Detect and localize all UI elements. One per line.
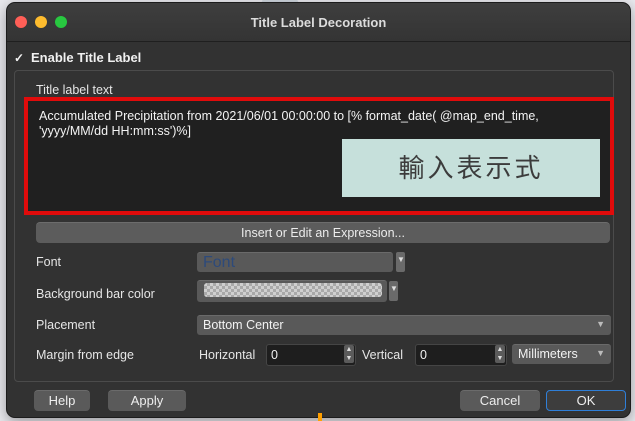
apply-button[interactable]: Apply — [108, 390, 186, 411]
margin-from-edge-label: Margin from edge — [36, 348, 134, 362]
vertical-label: Vertical — [362, 348, 403, 362]
placement-label: Placement — [36, 318, 96, 332]
chevron-down-icon: ▼ — [596, 319, 605, 329]
help-button[interactable]: Help — [34, 390, 90, 411]
placement-value: Bottom Center — [203, 318, 284, 332]
spin-stepper-icon[interactable]: ▲ ▼ — [495, 345, 505, 363]
window-title: Title Label Decoration — [250, 15, 387, 30]
transparent-color-swatch — [204, 283, 382, 297]
horizontal-margin-spinbox[interactable]: 0 ▲ ▼ — [266, 344, 356, 366]
title-text-input-highlight[interactable]: Accumulated Precipitation from 2021/06/0… — [24, 97, 614, 215]
font-button[interactable]: Font — [197, 252, 393, 272]
unit-select[interactable]: Millimeters ▼ — [512, 344, 611, 364]
title-bar: Title Label Decoration — [7, 3, 630, 42]
cancel-button[interactable]: Cancel — [460, 390, 540, 411]
vertical-margin-spinbox[interactable]: 0 ▲ ▼ — [415, 344, 507, 366]
ok-button[interactable]: OK — [546, 390, 626, 411]
color-menu-button[interactable]: ▼ — [389, 281, 398, 301]
horizontal-label: Horizontal — [199, 348, 256, 362]
horizontal-margin-value: 0 — [271, 348, 278, 362]
enter-expression-callout: 輸入表示式 — [342, 139, 600, 197]
title-label-text-label: Title label text — [36, 83, 113, 97]
placement-select[interactable]: Bottom Center ▼ — [197, 315, 611, 335]
font-label: Font — [36, 255, 62, 269]
font-button-label: Font — [203, 254, 236, 271]
chevron-down-icon: ▼ — [397, 255, 405, 264]
checkmark-icon: ✓ — [14, 50, 25, 65]
insert-edit-expression-button[interactable]: Insert or Edit an Expression... — [36, 222, 610, 243]
unit-value: Millimeters — [518, 347, 578, 361]
cursor-marker — [318, 413, 322, 421]
title-text-input-value[interactable]: Accumulated Precipitation from 2021/06/0… — [39, 109, 599, 139]
font-menu-button[interactable]: ▼ — [396, 252, 405, 272]
background-bar-color-label: Background bar color — [36, 287, 155, 301]
spin-stepper-icon[interactable]: ▲ ▼ — [344, 345, 354, 363]
enable-title-label-checkbox[interactable]: ✓ Enable Title Label — [14, 50, 141, 65]
vertical-margin-value: 0 — [420, 348, 427, 362]
chevron-down-icon: ▼ — [596, 348, 605, 358]
chevron-down-icon: ▼ — [390, 284, 398, 293]
enable-title-label-text: Enable Title Label — [31, 50, 142, 65]
